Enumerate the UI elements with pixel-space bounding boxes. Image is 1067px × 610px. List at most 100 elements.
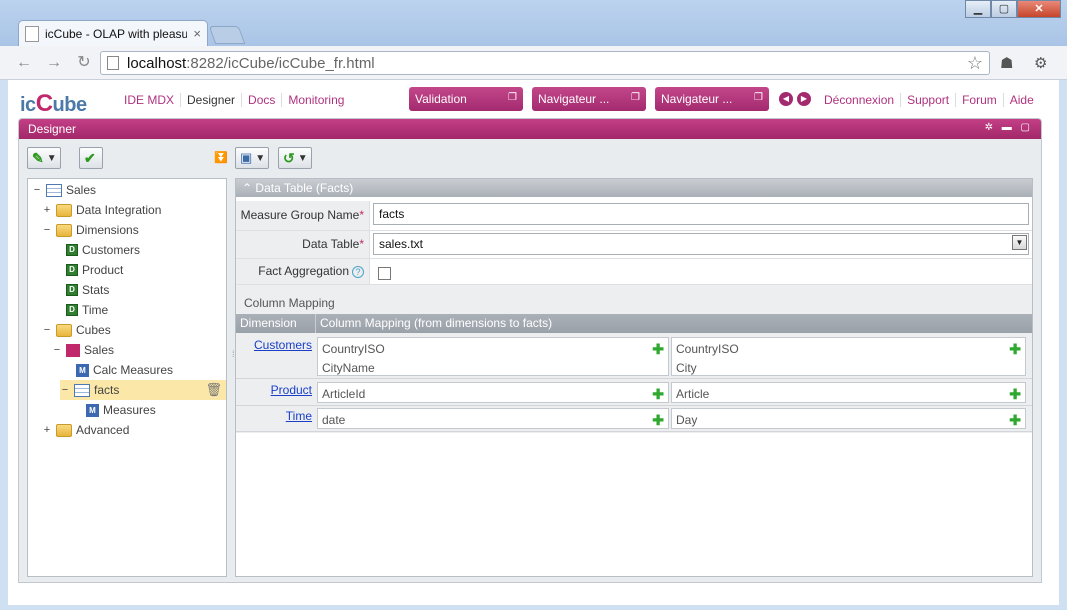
tree-node-measures[interactable]: M Measures [86, 400, 156, 420]
mapping-right-cell[interactable]: Day ✚ [671, 408, 1026, 429]
expand-toggle[interactable]: + [42, 424, 52, 436]
tree-node-time[interactable]: D Time [66, 300, 108, 320]
browser-toolbar: ← → ↻ localhost:8282/icCube/icCube_fr.ht… [0, 46, 1067, 80]
mapping-left-cell[interactable]: ArticleId ✚ [317, 382, 669, 403]
tab-title: icCube - OLAP with pleasu [45, 26, 188, 41]
browser-tab[interactable]: icCube - OLAP with pleasu × [18, 20, 208, 46]
menu-docs[interactable]: Docs [242, 93, 283, 107]
row-fact-aggregation: Fact Aggregation? [236, 259, 1032, 285]
collapse-toggle[interactable]: − [32, 184, 42, 196]
dimension-link-time[interactable]: Time [286, 409, 312, 423]
menu-support[interactable]: Support [901, 93, 957, 107]
close-window-button[interactable]: ✕ [1017, 0, 1061, 18]
next-arrow-icon[interactable]: ▶ [797, 92, 811, 106]
measure-icon: M [76, 363, 89, 377]
star-icon[interactable]: ☆ [967, 53, 983, 74]
logo-ube: ube [52, 94, 88, 116]
new-tab-button[interactable] [208, 26, 246, 44]
tree-node-advanced[interactable]: + Advanced [42, 420, 130, 440]
url-text[interactable]: localhost:8282/icCube/icCube_fr.html [127, 55, 967, 72]
facts-form: ⌃ Data Table (Facts) Measure Group Name*… [235, 178, 1033, 577]
tree-node-cube-sales[interactable]: − Sales [52, 340, 114, 360]
mapping-left-cell[interactable]: date ✚ [317, 408, 669, 429]
collapse-toggle[interactable]: − [42, 324, 52, 336]
tree-node-product[interactable]: D Product [66, 260, 123, 280]
logo-c: C [35, 90, 53, 117]
tree-node-dimensions[interactable]: − Dimensions [42, 220, 139, 240]
pill-navigateur-1[interactable]: Navigateur ... ❐ [532, 87, 646, 111]
mapping-value: CountryISO [322, 342, 385, 356]
address-bar[interactable]: localhost:8282/icCube/icCube_fr.html ☆ [100, 51, 990, 75]
trash-icon[interactable]: 🗑 [205, 382, 222, 398]
panel-controls[interactable]: ✲ ▬ ▢ [985, 122, 1033, 133]
dimension-icon: D [66, 244, 78, 256]
tree-node-sales[interactable]: − Sales [32, 180, 96, 200]
url-host: localhost [127, 54, 187, 72]
tree-node-cubes[interactable]: − Cubes [42, 320, 111, 340]
dimension-link-product[interactable]: Product [271, 383, 312, 397]
plus-icon[interactable]: ✚ [652, 411, 664, 430]
data-table-select[interactable]: sales.txt [373, 233, 1029, 255]
plus-icon[interactable]: ✚ [1009, 385, 1021, 404]
mapping-right-cell[interactable]: Article ✚ [671, 382, 1026, 403]
pill-navigateur-2[interactable]: Navigateur ... ❐ [655, 87, 769, 111]
collapse-toggle[interactable]: − [52, 344, 62, 356]
plus-icon[interactable]: ✚ [652, 340, 664, 359]
wrench-icon[interactable]: ⚙ [1034, 54, 1047, 72]
measure-group-input[interactable] [373, 203, 1029, 225]
dimension-cell: Time [236, 406, 316, 431]
popout-icon[interactable]: ❐ [508, 92, 517, 103]
back-icon[interactable]: ← [14, 53, 34, 73]
prev-arrow-icon[interactable]: ◀ [779, 92, 793, 106]
tree-node-calc-measures[interactable]: M Calc Measures [76, 360, 173, 380]
menu-monitoring[interactable]: Monitoring [282, 93, 350, 107]
popout-icon[interactable]: ❐ [754, 92, 763, 103]
tree-label: Measures [103, 403, 156, 417]
validate-button[interactable]: ✔ [79, 147, 103, 169]
mapping-left-cell[interactable]: CountryISO CityName ✚ [317, 337, 669, 376]
expand-toggle[interactable]: + [42, 204, 52, 216]
tree-node-customers[interactable]: D Customers [66, 240, 140, 260]
fact-aggregation-checkbox[interactable] [378, 267, 391, 280]
plus-icon[interactable]: ✚ [1009, 340, 1021, 359]
minimize-button[interactable]: ▁ [965, 0, 991, 18]
reload-icon[interactable]: ↻ [74, 53, 94, 73]
menu-ide-mdx[interactable]: IDE MDX [118, 93, 182, 107]
forward-icon[interactable]: → [44, 53, 64, 73]
menu-forum[interactable]: Forum [956, 93, 1004, 107]
dimension-icon: D [66, 304, 78, 316]
tab-close-icon[interactable]: × [193, 26, 201, 41]
menu-aide[interactable]: Aide [1004, 93, 1040, 107]
undo-button[interactable]: ↺ ▼ [278, 147, 312, 169]
section-header[interactable]: ⌃ Data Table (Facts) [236, 179, 1032, 197]
mapping-value: CityName [322, 361, 375, 375]
popout-icon[interactable]: ❐ [631, 92, 640, 103]
pill-validation[interactable]: Validation ❐ [409, 87, 523, 111]
plus-icon[interactable]: ✚ [1009, 411, 1021, 430]
iccube-logo: icCube [20, 90, 87, 118]
save-button[interactable]: ▣ ▼ [235, 147, 269, 169]
mapping-row-time: Time date ✚ Day ✚ [236, 406, 1032, 432]
folder-icon [56, 223, 72, 237]
mapping-value: Day [676, 413, 698, 427]
tree-node-data-integration[interactable]: + Data Integration [42, 200, 162, 220]
menu-deconnexion[interactable]: Déconnexion [818, 93, 902, 107]
dimension-link-customers[interactable]: Customers [254, 338, 312, 352]
collapse-toggle[interactable]: − [60, 384, 70, 396]
tree-node-facts[interactable]: − facts 🗑 [60, 380, 226, 400]
url-path: :8282/icCube/icCube_fr.html [186, 54, 375, 72]
help-icon[interactable]: ? [352, 266, 364, 278]
chevron-down-icon[interactable]: ▼ [1012, 235, 1027, 250]
collapse-toggle[interactable]: − [42, 224, 52, 236]
mapping-right-cell[interactable]: CountryISO City ✚ [671, 337, 1026, 376]
plus-icon[interactable]: ✚ [652, 385, 664, 404]
tree-label: Calc Measures [93, 363, 174, 377]
collapse-icon[interactable]: ⏬ [214, 151, 228, 164]
column-mapping-label: Column Mapping [244, 296, 335, 310]
extension-icon[interactable]: ☗ [1000, 54, 1013, 72]
maximize-button[interactable]: ▢ [991, 0, 1017, 18]
add-menu-button[interactable]: ✎ ▼ [27, 147, 61, 169]
tree-node-stats[interactable]: D Stats [66, 280, 109, 300]
menu-designer[interactable]: Designer [181, 93, 243, 107]
tree-label: facts [94, 383, 120, 397]
